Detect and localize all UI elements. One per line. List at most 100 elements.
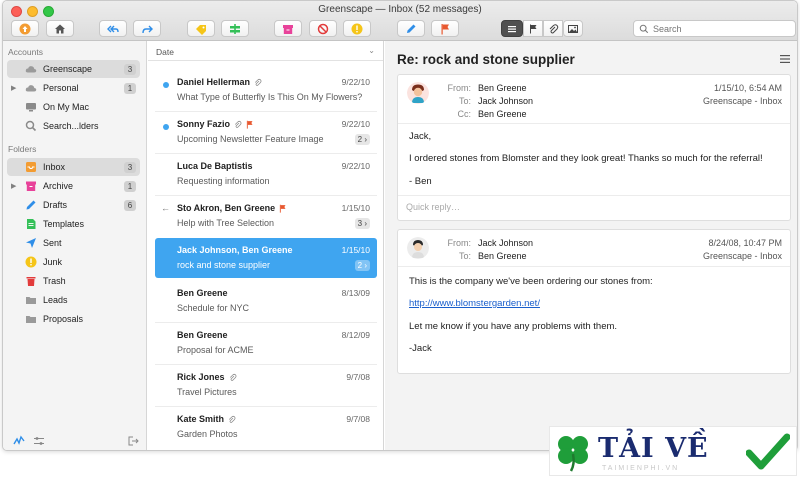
filters-icon[interactable] (33, 435, 45, 447)
disclosure-triangle-icon[interactable]: ▶ (11, 182, 16, 190)
attachment-filter-button[interactable] (543, 20, 563, 37)
archive-button[interactable] (274, 20, 302, 37)
unread-dot-icon (163, 124, 169, 130)
website-link[interactable]: http://www.blomstergarden.net/ (409, 298, 540, 309)
sidebar-account-personal[interactable]: ▶ Personal 1 (7, 79, 140, 97)
move-button[interactable] (221, 20, 249, 37)
sort-bar[interactable]: Date ⌄ (148, 41, 383, 61)
watermark-logo: TẢI VỀ TAIMIENPHI.VN (549, 426, 797, 476)
flag-button[interactable] (431, 20, 459, 37)
attachment-filter-icon (549, 23, 559, 33)
accounts-header: Accounts (8, 47, 43, 57)
search-field[interactable] (633, 20, 796, 37)
junk-button[interactable] (343, 20, 371, 37)
disclosure-triangle-icon[interactable]: ▶ (11, 84, 16, 92)
unread-badge: 1 (124, 180, 136, 192)
message-row[interactable]: Daniel Hellerman What Type of Butterfly … (155, 70, 377, 110)
get-mail-button[interactable] (11, 20, 39, 37)
sidebar-folder-drafts[interactable]: Drafts 6 (7, 196, 140, 214)
message-sender: Kate Smith (177, 414, 236, 424)
sidebar-account-greenscape[interactable]: Greenscape 3 (7, 60, 140, 78)
message-row[interactable]: Ben Greene Schedule for NYC 8/13/09 (155, 281, 377, 321)
monitor-icon (25, 101, 37, 113)
email-mailbox: Greenscape - Inbox (702, 96, 782, 106)
search-input[interactable] (653, 23, 783, 34)
cc-value[interactable]: Ben Greene (478, 109, 527, 119)
sidebar: Accounts Greenscape 3 ▶ Personal 1 On My… (3, 41, 147, 450)
home-button[interactable] (46, 20, 74, 37)
sign-out-icon[interactable] (127, 435, 139, 447)
header-divider (398, 123, 790, 124)
block-button[interactable] (309, 20, 337, 37)
junk-icon (25, 256, 37, 268)
reply-all-button[interactable] (99, 20, 127, 37)
image-filter-button[interactable] (563, 20, 583, 37)
sidebar-folder-trash[interactable]: Trash (7, 272, 140, 290)
to-value[interactable]: Jack Johnson (478, 96, 533, 106)
sidebar-folder-sent[interactable]: Sent (7, 234, 140, 252)
inbox-icon (25, 161, 37, 173)
message-row[interactable]: Rick Jones Travel Pictures 9/7/08 (155, 365, 377, 405)
sidebar-folder-inbox[interactable]: Inbox 3 (7, 158, 140, 176)
message-row[interactable]: Ben Greene Proposal for ACME 8/12/09 (155, 323, 377, 363)
attachment-icon (235, 121, 242, 128)
folders-header: Folders (8, 144, 37, 154)
message-row[interactable]: Sonny Fazio Upcoming Newsletter Feature … (155, 112, 377, 152)
message-date: 9/7/08 (346, 372, 370, 382)
message-row[interactable]: ← Sto Akron, Ben Greene Help with Tree S… (155, 196, 377, 236)
sidebar-account-label: Greenscape (43, 64, 93, 74)
sidebar-folder-leads[interactable]: Leads (7, 291, 140, 309)
thread-subject: Re: rock and stone supplier (397, 52, 575, 67)
compose-icon (407, 24, 416, 33)
message-row[interactable]: Kate Smith Garden Photos 9/7/08 (155, 407, 377, 447)
compose-button[interactable] (397, 20, 425, 37)
sidebar-folder-label: Archive (43, 181, 74, 191)
sidebar-folder-templates[interactable]: Templates (7, 215, 140, 233)
message-row[interactable]: Luca De Baptistis Requesting information… (155, 154, 377, 194)
sidebar-folder-junk[interactable]: Junk (7, 253, 140, 271)
search-icon (25, 120, 37, 132)
cloud-icon (25, 63, 37, 75)
to-label: To: (458, 251, 471, 261)
sidebar-account-on-my-mac[interactable]: On My Mac (7, 98, 140, 116)
to-value[interactable]: Ben Greene (478, 251, 527, 261)
tag-icon (196, 24, 206, 35)
window-title: Greenscape — Inbox (52 messages) (318, 4, 482, 15)
chevron-down-icon[interactable]: ⌄ (368, 46, 375, 55)
unread-badge: 3 (124, 63, 136, 75)
forward-button[interactable] (133, 20, 161, 37)
sidebar-folder-proposals[interactable]: Proposals (7, 310, 140, 328)
email-card: From: Jack Johnson To: Ben Greene 8/24/0… (397, 229, 791, 374)
tag-button[interactable] (187, 20, 215, 37)
email-date: 1/15/10, 6:54 AM (713, 83, 782, 93)
activity-icon[interactable] (13, 435, 25, 447)
sidebar-folder-archive[interactable]: ▶ Archive 1 (7, 177, 140, 195)
message-subject: Schedule for NYC (177, 303, 250, 313)
message-subject: Garden Photos (177, 429, 238, 439)
message-subject: Travel Pictures (177, 387, 237, 397)
sidebar-account-search-folders[interactable]: Search...lders (7, 117, 140, 135)
message-subject: Upcoming Newsletter Feature Image (177, 134, 324, 144)
message-subject: Help with Tree Selection (177, 218, 275, 228)
archive-icon (25, 180, 37, 192)
thread-count-badge[interactable]: 2 › (354, 134, 370, 145)
thread-count-badge[interactable]: 2 › (354, 260, 370, 271)
thread-count-badge[interactable]: 3 › (354, 218, 370, 229)
from-value[interactable]: Jack Johnson (478, 238, 533, 248)
list-view-button[interactable] (501, 20, 523, 37)
draft-count-badge: 6 (124, 199, 136, 211)
from-label: From: (447, 238, 472, 248)
from-value[interactable]: Ben Greene (478, 83, 527, 93)
message-date: 9/22/10 (341, 119, 370, 129)
flagged-filter-button[interactable] (523, 20, 543, 37)
message-row-selected[interactable]: Jack Johnson, Ben Greene rock and stone … (155, 238, 377, 278)
message-sender: Ben Greene (177, 288, 228, 298)
message-date: 1/15/10 (341, 203, 370, 213)
message-subject: Proposal for ACME (177, 345, 254, 355)
quick-reply-input[interactable]: Quick reply… (406, 202, 460, 212)
move-icon (230, 23, 240, 34)
menu-icon[interactable] (780, 54, 790, 64)
message-subject: Requesting information (177, 176, 270, 186)
email-body-line: - Ben (409, 176, 432, 187)
flag-icon (280, 204, 286, 213)
